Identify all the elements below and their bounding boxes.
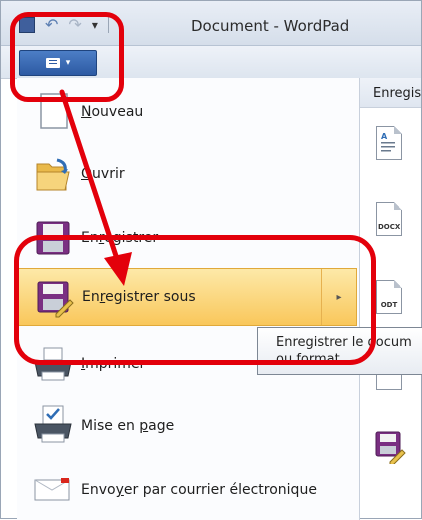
customize-toolbar-icon[interactable]: ▾ — [92, 18, 98, 32]
chevron-down-icon: ▾ — [65, 58, 71, 68]
pane-title: Enregis — [360, 78, 421, 108]
title-bar: ↶ ↷ ▾ Document - WordPad — [1, 1, 421, 46]
docx-tag: DOCX — [378, 223, 401, 231]
save-as-formats-pane: Enregis A DOCX ODT — [360, 78, 421, 518]
odt-document-icon[interactable]: ODT — [376, 280, 402, 314]
save-icon[interactable] — [19, 16, 35, 33]
printer-icon — [34, 347, 72, 381]
application-menu: Nouveau Ouvrir Enregistrer Enregistrer s… — [17, 78, 360, 520]
application-menu-button[interactable]: ▾ — [19, 50, 97, 76]
tooltip-line-2: ou format. — [276, 352, 344, 367]
menu-item-ouvrir[interactable]: Ouvrir — [17, 144, 357, 204]
page-setup-icon — [34, 405, 72, 443]
window-title: Document - WordPad — [191, 17, 350, 35]
svg-text:A: A — [381, 132, 388, 141]
blank-page-icon — [40, 93, 68, 129]
floppy-disk-icon — [36, 221, 70, 255]
redo-icon[interactable]: ↷ — [68, 15, 81, 34]
save-as-tooltip: Enregistrer le docum ou format. — [257, 327, 422, 375]
menu-item-enregistrer-sous[interactable]: Enregistrer sous ▸ — [17, 268, 357, 326]
save-as-icon — [37, 281, 74, 318]
wordpad-window: ↶ ↷ ▾ Document - WordPad ▾ Nouveau Ouvri… — [0, 0, 422, 520]
menu-item-enregistrer[interactable]: Enregistrer — [17, 208, 357, 268]
open-folder-icon — [36, 158, 70, 191]
odt-tag: ODT — [380, 301, 398, 309]
undo-icon[interactable]: ↶ — [45, 15, 58, 34]
email-icon — [34, 478, 70, 501]
menu-item-mise-en-page[interactable]: Mise en page — [17, 396, 357, 456]
docx-document-icon[interactable]: DOCX — [376, 202, 402, 236]
other-format-save-icon[interactable] — [374, 430, 406, 464]
menu-item-envoyer-courrier[interactable]: Envoyer par courrier électronique — [17, 460, 357, 520]
toolbar-divider — [107, 16, 109, 33]
rtf-document-icon[interactable]: A — [376, 126, 402, 160]
menu-item-nouveau[interactable]: Nouveau — [17, 82, 357, 142]
quick-access-toolbar: ↶ ↷ ▾ — [19, 15, 109, 34]
submenu-arrow-icon[interactable]: ▸ — [321, 269, 356, 325]
tooltip-line-1: Enregistrer le docum — [276, 335, 412, 350]
document-icon — [45, 58, 60, 68]
